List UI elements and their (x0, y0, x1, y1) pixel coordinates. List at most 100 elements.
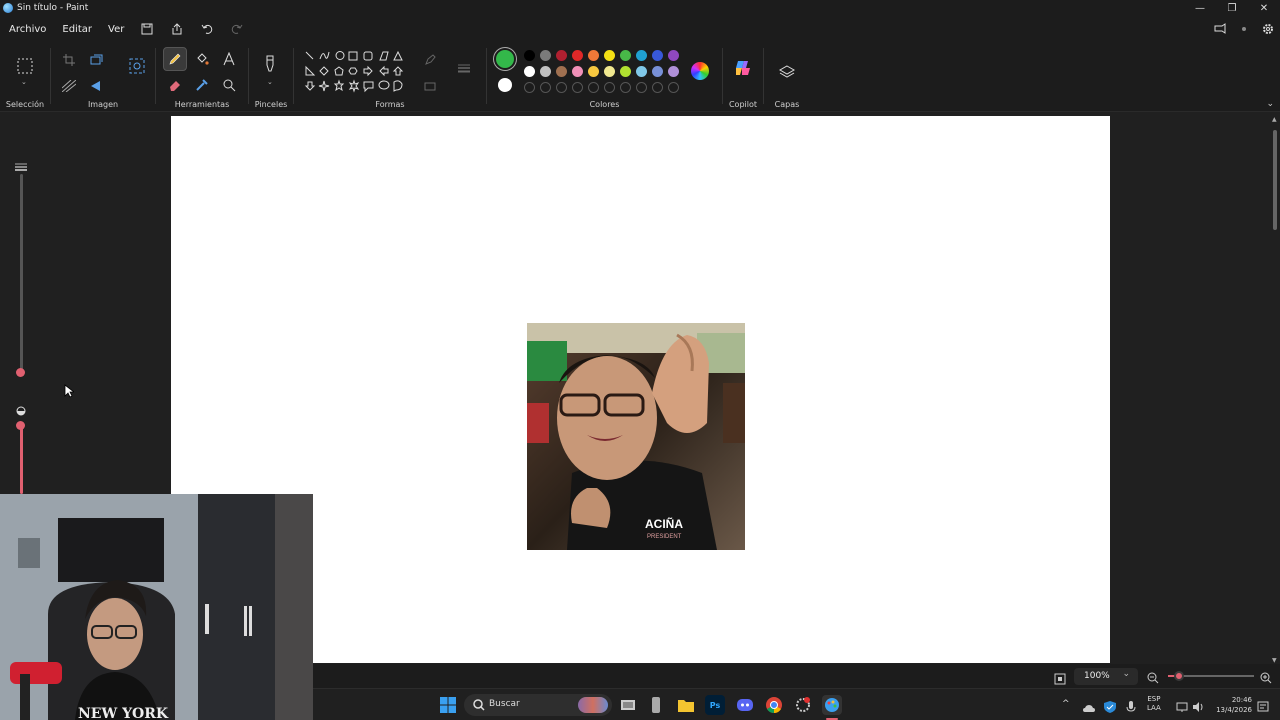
eraser-icon[interactable] (163, 73, 187, 97)
defender-shield-icon[interactable] (1104, 698, 1116, 717)
copilot-icon[interactable] (731, 56, 755, 80)
custom-color-slot[interactable] (572, 82, 583, 93)
color-swatch[interactable] (652, 50, 663, 61)
shape-outline-icon[interactable] (418, 48, 442, 72)
color-swatch[interactable] (556, 66, 567, 77)
color-swatch[interactable] (620, 66, 631, 77)
zoom-out-icon[interactable] (1147, 669, 1159, 688)
zoom-select[interactable]: 100% ⌄ (1074, 668, 1138, 685)
custom-color-slot[interactable] (604, 82, 615, 93)
shape-size-icon[interactable] (452, 56, 476, 80)
onedrive-cloud-icon[interactable] (1083, 698, 1095, 717)
custom-color-slot[interactable] (668, 82, 679, 93)
paint-taskbar-icon[interactable] (822, 695, 842, 715)
layers-icon[interactable] (775, 60, 799, 84)
background-removal-icon[interactable] (57, 74, 81, 98)
minimize-button[interactable]: — (1184, 0, 1216, 16)
edit-colors-wheel-icon[interactable] (691, 62, 709, 80)
custom-color-slot[interactable] (540, 82, 551, 93)
account-icon[interactable] (1232, 16, 1256, 42)
select-rectangle-icon[interactable] (13, 54, 37, 78)
color-swatch[interactable] (668, 50, 679, 61)
image-select-icon[interactable] (125, 54, 149, 78)
feedback-icon[interactable] (1208, 16, 1232, 42)
language-indicator[interactable]: ESP LAA (1147, 695, 1161, 713)
color-picker-icon[interactable] (190, 73, 214, 97)
text-tool-icon[interactable] (217, 47, 241, 71)
shapes-gallery-icon[interactable] (304, 50, 404, 98)
custom-color-slot[interactable] (620, 82, 631, 93)
taskbar-search-box[interactable]: Buscar (464, 694, 612, 716)
undo-icon[interactable] (192, 18, 222, 40)
secondary-color-swatch[interactable] (498, 78, 512, 92)
color-swatch[interactable] (540, 66, 551, 77)
select-dropdown-chevron-icon[interactable]: ⌄ (21, 78, 27, 86)
zoom-in-icon[interactable] (1260, 669, 1272, 688)
task-view-icon[interactable] (618, 695, 638, 715)
custom-color-slot[interactable] (556, 82, 567, 93)
volume-icon[interactable] (1192, 698, 1204, 717)
fill-bucket-icon[interactable] (190, 47, 214, 71)
custom-color-slot[interactable] (588, 82, 599, 93)
clock[interactable]: 20:46 13/4/2026 (1208, 695, 1252, 715)
color-swatch[interactable] (620, 50, 631, 61)
shape-fill-icon[interactable] (418, 74, 442, 98)
ribbon-collapse-chevron-icon[interactable]: ⌄ (1266, 99, 1274, 109)
menu-file[interactable]: Archivo (1, 24, 54, 35)
resize-icon[interactable] (85, 48, 109, 72)
network-icon[interactable] (1176, 698, 1188, 717)
group-image: Imagen (51, 42, 155, 112)
color-swatch[interactable] (588, 66, 599, 77)
chrome-icon[interactable] (764, 695, 784, 715)
color-swatch[interactable] (668, 66, 679, 77)
crop-icon[interactable] (57, 48, 81, 72)
microphone-icon[interactable] (1126, 698, 1136, 717)
magnifier-icon[interactable] (217, 73, 241, 97)
color-swatch[interactable] (572, 66, 583, 77)
brush-icon[interactable] (258, 52, 282, 76)
color-swatch[interactable] (604, 66, 615, 77)
save-icon[interactable] (132, 18, 162, 40)
show-hidden-icons-chevron[interactable]: ^ (1062, 699, 1070, 709)
menu-edit[interactable]: Editar (54, 24, 100, 35)
color-swatch[interactable] (636, 50, 647, 61)
color-swatch[interactable] (572, 50, 583, 61)
menu-view[interactable]: Ver (100, 24, 132, 35)
settings-gear-icon[interactable] (1256, 16, 1280, 42)
share-icon[interactable] (162, 18, 192, 40)
opacity-slider-thumb[interactable] (16, 421, 25, 430)
opacity-slider[interactable] (20, 426, 23, 494)
brush-dropdown-chevron-icon[interactable]: ⌄ (267, 78, 273, 86)
notifications-icon[interactable] (1257, 698, 1269, 717)
custom-color-slot[interactable] (652, 82, 663, 93)
pasted-photo[interactable]: ACIÑA PRESIDENT (527, 323, 745, 550)
custom-color-slot[interactable] (524, 82, 535, 93)
taskbar-app-gear-icon[interactable] (793, 695, 813, 715)
file-explorer-icon[interactable] (676, 695, 696, 715)
photoshop-icon[interactable]: Ps (705, 695, 725, 715)
pencil-icon[interactable] (163, 47, 187, 71)
maximize-button[interactable]: ❐ (1216, 0, 1248, 16)
color-swatch[interactable] (524, 66, 535, 77)
discord-icon[interactable] (735, 695, 755, 715)
color-swatch[interactable] (524, 50, 535, 61)
custom-color-slot[interactable] (636, 82, 647, 93)
color-swatch[interactable] (540, 50, 551, 61)
color-swatch[interactable] (636, 66, 647, 77)
vertical-scrollbar[interactable]: ▲ ▼ (1272, 116, 1278, 664)
rotate-icon[interactable] (85, 74, 109, 98)
color-swatch[interactable] (588, 50, 599, 61)
taskbar-app-icon[interactable] (646, 695, 666, 715)
redo-icon[interactable] (222, 18, 252, 40)
color-swatch[interactable] (556, 50, 567, 61)
color-swatch[interactable] (604, 50, 615, 61)
scrollbar-thumb[interactable] (1273, 130, 1277, 230)
brush-size-slider-thumb[interactable] (16, 368, 25, 377)
color-swatch[interactable] (652, 66, 663, 77)
fit-to-window-icon[interactable] (1054, 670, 1066, 689)
brush-size-slider[interactable] (20, 174, 23, 372)
close-button[interactable]: ✕ (1248, 0, 1280, 16)
primary-color-swatch[interactable] (496, 50, 514, 68)
zoom-slider-thumb[interactable] (1174, 671, 1184, 681)
start-windows-icon[interactable] (438, 695, 458, 715)
